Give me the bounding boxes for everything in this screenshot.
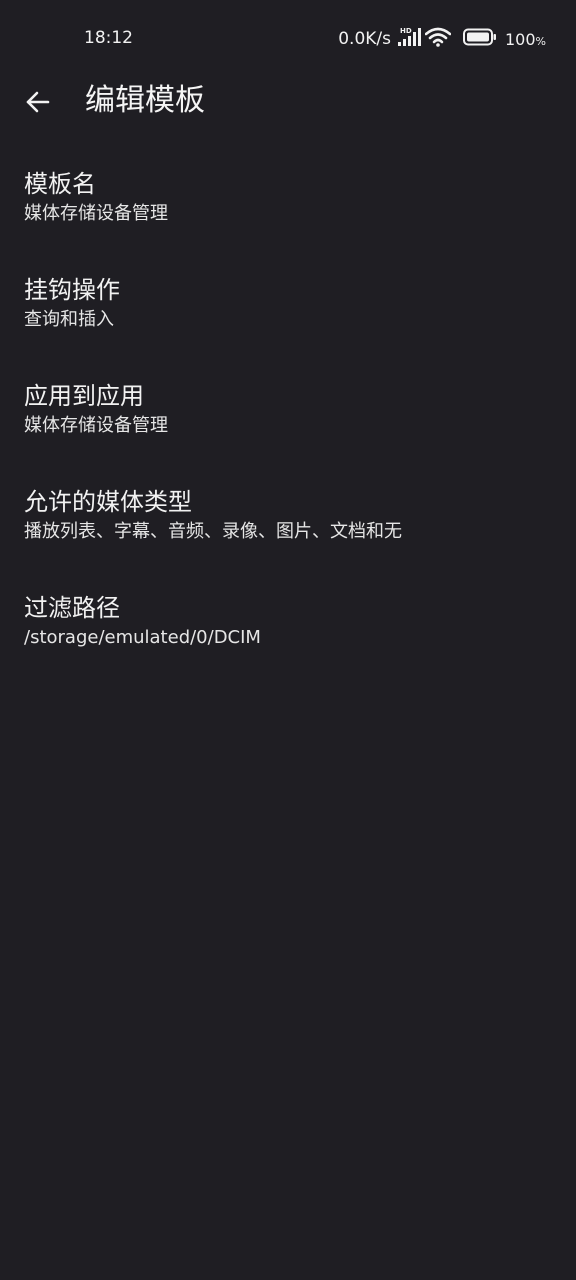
- battery-percent: 100%: [505, 30, 546, 49]
- network-speed: 0.0K/s: [338, 29, 391, 49]
- setting-title: 允许的媒体类型: [24, 488, 192, 516]
- status-icons: 0.0K/s HD 100%: [338, 26, 546, 52]
- cell-signal-icon: HD: [397, 26, 421, 52]
- setting-summary: 媒体存储设备管理: [24, 415, 168, 436]
- setting-title: 过滤路径: [24, 594, 120, 622]
- setting-title: 模板名: [24, 170, 96, 198]
- toolbar: 编辑模板: [0, 78, 576, 126]
- battery-percent-value: 100: [505, 29, 536, 49]
- page-title: 编辑模板: [85, 83, 205, 118]
- setting-filter-path[interactable]: 过滤路径 /storage/emulated/0/DCIM: [0, 590, 576, 696]
- setting-summary: 媒体存储设备管理: [24, 203, 168, 224]
- setting-summary: 播放列表、字幕、音频、录像、图片、文档和无: [24, 521, 402, 542]
- status-time: 18:12: [84, 28, 133, 48]
- arrow-left-icon: [26, 91, 50, 113]
- signal-hd-badge: HD: [400, 27, 412, 35]
- back-button[interactable]: [14, 78, 62, 126]
- status-bar: 18:12 0.0K/s HD 100%: [0, 0, 576, 78]
- setting-title: 挂钩操作: [24, 276, 120, 304]
- setting-summary: 查询和插入: [24, 309, 114, 330]
- setting-allowed-media-types[interactable]: 允许的媒体类型 播放列表、字幕、音频、录像、图片、文档和无: [0, 484, 576, 590]
- setting-apply-to-apps[interactable]: 应用到应用 媒体存储设备管理: [0, 378, 576, 484]
- wifi-icon: [424, 27, 452, 51]
- setting-template-name[interactable]: 模板名 媒体存储设备管理: [0, 166, 576, 272]
- settings-list: 模板名 媒体存储设备管理 挂钩操作 查询和插入 应用到应用 媒体存储设备管理 允…: [0, 166, 576, 696]
- battery-icon: [463, 28, 497, 50]
- setting-summary: /storage/emulated/0/DCIM: [24, 627, 261, 648]
- battery-percent-sign: %: [535, 34, 546, 48]
- setting-title: 应用到应用: [24, 382, 144, 410]
- setting-hook-operations[interactable]: 挂钩操作 查询和插入: [0, 272, 576, 378]
